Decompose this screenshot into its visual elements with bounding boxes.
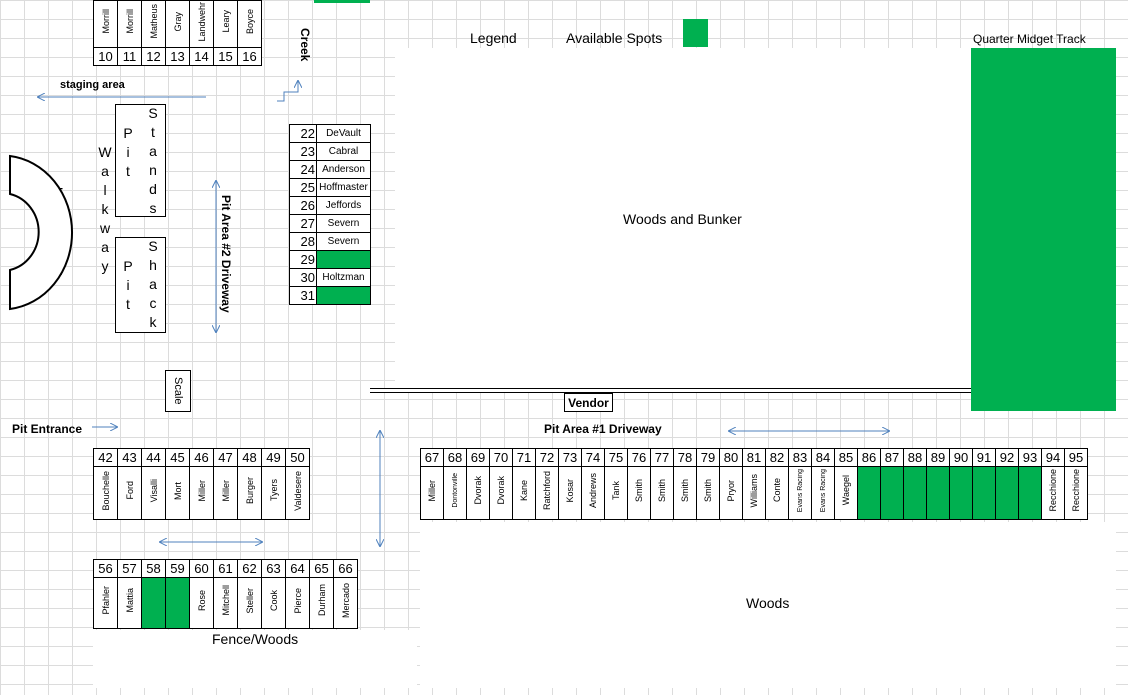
track-outline (9, 154, 73, 311)
map-overlay (9, 0, 1128, 695)
creek-arrow (277, 81, 298, 102)
